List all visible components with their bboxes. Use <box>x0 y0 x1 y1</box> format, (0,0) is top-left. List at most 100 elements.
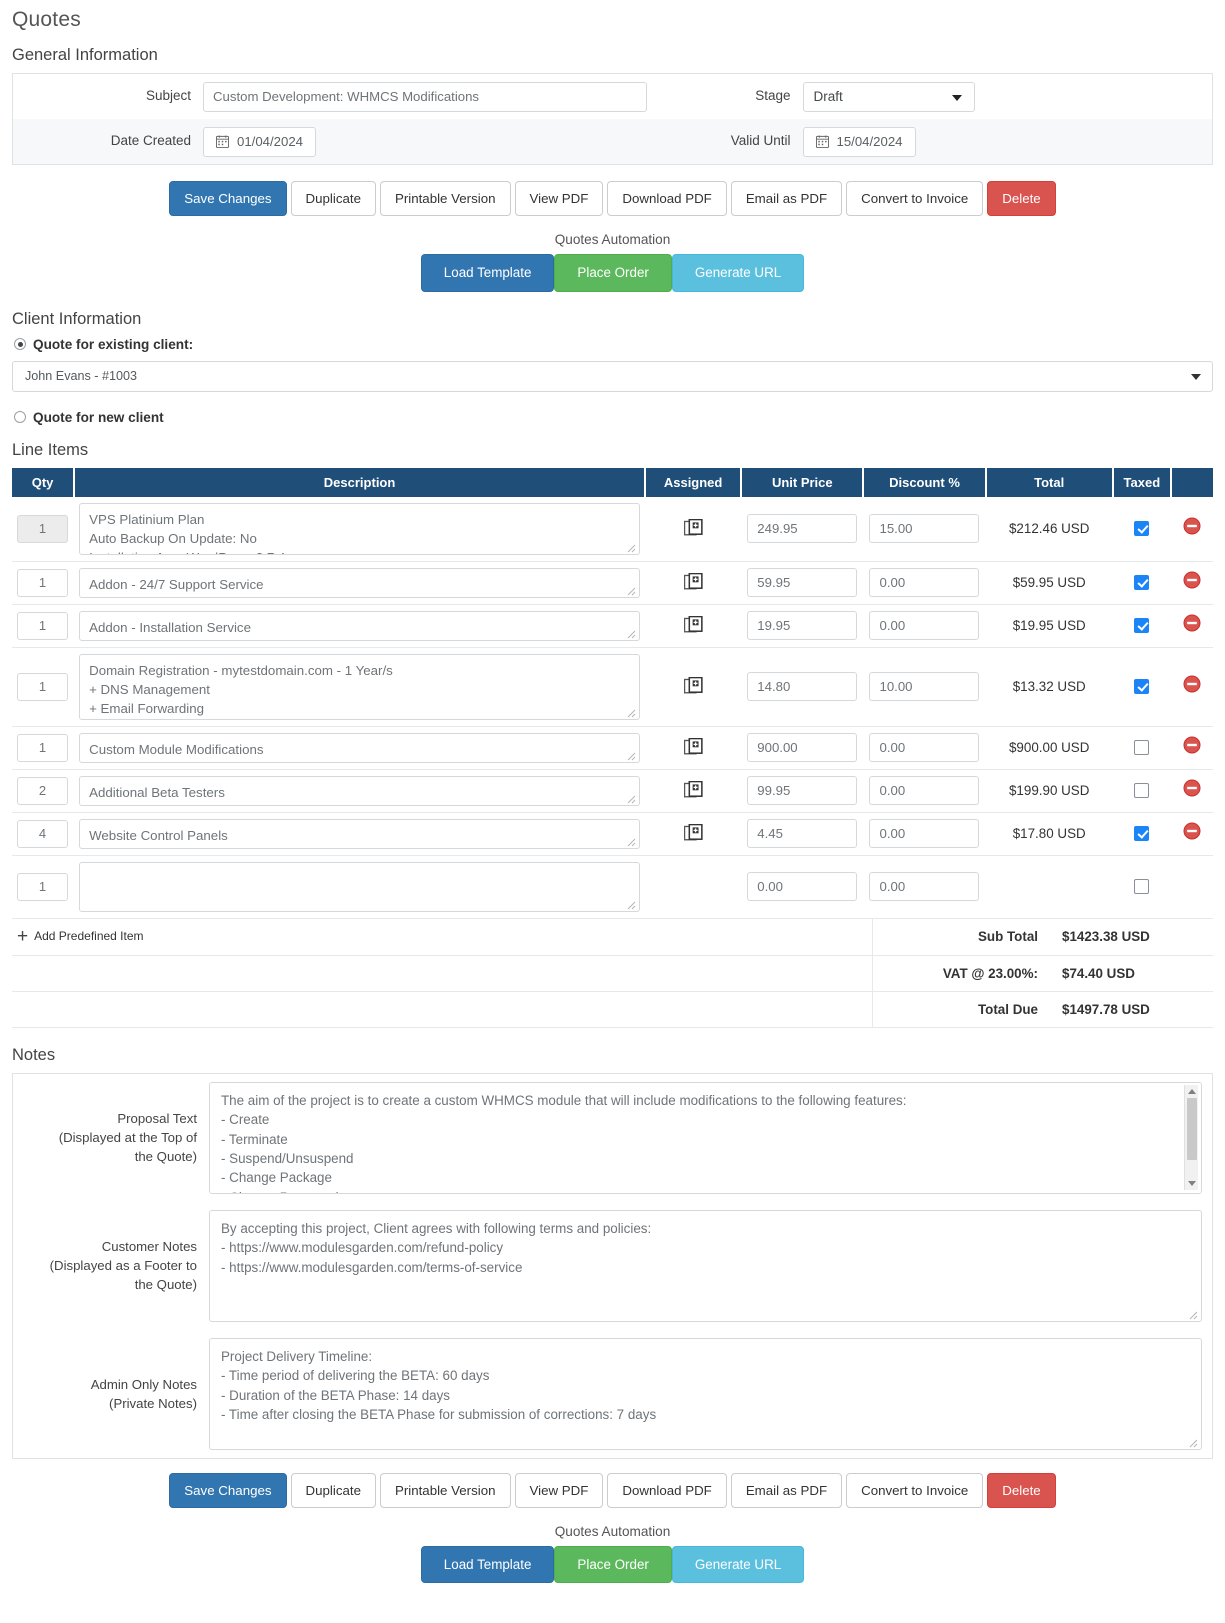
taxed-checkbox[interactable] <box>1134 878 1150 894</box>
qty-input[interactable] <box>17 672 68 701</box>
stage-select[interactable]: Draft <box>802 81 975 112</box>
taxed-checkbox[interactable] <box>1134 574 1150 590</box>
admin-notes-textarea[interactable] <box>209 1337 1202 1450</box>
taxed-checkbox[interactable] <box>1134 825 1150 841</box>
qty-input[interactable] <box>17 872 68 901</box>
remove-line-item-icon[interactable] <box>1183 614 1201 637</box>
remove-line-item-icon[interactable] <box>1183 779 1201 802</box>
taxed-checkbox[interactable] <box>1134 678 1150 694</box>
generate-url-button[interactable]: Generate URL <box>671 254 805 292</box>
description-textarea[interactable] <box>79 775 641 806</box>
download-pdf-button[interactable]: Download PDF <box>607 181 727 217</box>
unit-price-input[interactable] <box>747 514 858 544</box>
unit-price-input[interactable] <box>747 568 858 598</box>
unit-price-input[interactable] <box>747 611 858 641</box>
place-order-button[interactable]: Place Order <box>554 254 672 292</box>
delete-cell <box>1170 726 1213 770</box>
email-as-pdf-button[interactable]: Email as PDF <box>730 181 843 217</box>
download-pdf-button-bottom[interactable]: Download PDF <box>607 1472 727 1508</box>
delete-button[interactable]: Delete <box>987 181 1056 217</box>
description-textarea[interactable] <box>79 818 641 849</box>
place-order-button-bottom[interactable]: Place Order <box>554 1546 672 1584</box>
view-pdf-button-bottom[interactable]: View PDF <box>514 1472 604 1508</box>
discount-input[interactable] <box>869 514 980 544</box>
discount-input[interactable] <box>869 611 980 641</box>
taxed-cell <box>1112 561 1171 605</box>
discount-input[interactable] <box>869 672 980 702</box>
remove-line-item-icon[interactable] <box>1183 675 1201 698</box>
discount-input[interactable] <box>869 733 980 763</box>
description-textarea[interactable] <box>79 567 641 598</box>
scroll-down-icon[interactable] <box>1188 1180 1196 1186</box>
existing-client-option[interactable]: Quote for existing client: <box>14 337 1213 352</box>
qty-input[interactable] <box>17 733 68 762</box>
discount-cell <box>863 604 986 648</box>
taxed-checkbox[interactable] <box>1134 520 1150 536</box>
description-textarea[interactable] <box>79 732 641 763</box>
discount-input[interactable] <box>869 568 980 598</box>
add-assigned-icon[interactable] <box>650 616 736 635</box>
generate-url-button-bottom[interactable]: Generate URL <box>671 1546 805 1584</box>
convert-to-invoice-button-bottom[interactable]: Convert to Invoice <box>846 1472 984 1508</box>
printable-version-button[interactable]: Printable Version <box>379 181 511 217</box>
convert-to-invoice-button[interactable]: Convert to Invoice <box>846 181 984 217</box>
add-assigned-icon[interactable] <box>650 738 736 757</box>
discount-input[interactable] <box>869 819 980 849</box>
email-as-pdf-button-bottom[interactable]: Email as PDF <box>730 1472 843 1508</box>
valid-until-field[interactable]: 15/04/2024 <box>802 126 916 157</box>
remove-line-item-icon[interactable] <box>1183 822 1201 845</box>
delete-button-bottom[interactable]: Delete <box>987 1472 1056 1508</box>
unit-price-input[interactable] <box>747 733 858 763</box>
remove-line-item-icon[interactable] <box>1183 571 1201 594</box>
page-title: Quotes <box>12 8 81 31</box>
qty-input[interactable] <box>17 776 68 805</box>
taxed-checkbox[interactable] <box>1134 782 1150 798</box>
qty-input[interactable] <box>17 568 68 597</box>
client-select[interactable]: John Evans - #1003 <box>12 360 1213 392</box>
unit-price-input[interactable] <box>747 819 858 849</box>
scroll-up-icon[interactable] <box>1188 1088 1196 1094</box>
save-changes-button[interactable]: Save Changes <box>169 181 287 217</box>
date-created-field[interactable]: 01/04/2024 <box>203 126 317 157</box>
description-textarea[interactable] <box>79 502 641 555</box>
add-assigned-icon[interactable] <box>650 573 736 592</box>
add-assigned-icon[interactable] <box>650 781 736 800</box>
description-textarea[interactable] <box>79 653 641 720</box>
save-changes-button-bottom[interactable]: Save Changes <box>169 1472 287 1508</box>
load-template-button-bottom[interactable]: Load Template <box>420 1546 555 1584</box>
unit-price-input[interactable] <box>747 872 858 902</box>
line-total-value: $17.80 USD <box>985 812 1113 856</box>
discount-input[interactable] <box>869 872 980 902</box>
taxed-checkbox[interactable] <box>1134 617 1150 633</box>
scroll-thumb[interactable] <box>1187 1097 1197 1160</box>
duplicate-button[interactable]: Duplicate <box>290 181 376 217</box>
remove-line-item-icon[interactable] <box>1183 736 1201 759</box>
subject-input[interactable] <box>203 81 647 112</box>
unit-price-input[interactable] <box>747 672 858 702</box>
printable-version-button-bottom[interactable]: Printable Version <box>379 1472 511 1508</box>
radio-existing-client[interactable] <box>14 338 26 351</box>
proposal-text-textarea[interactable] <box>209 1081 1202 1194</box>
view-pdf-button[interactable]: View PDF <box>514 181 604 217</box>
qty-input[interactable] <box>17 819 68 848</box>
description-cell <box>74 647 646 727</box>
new-client-option[interactable]: Quote for new client <box>14 410 1213 425</box>
remove-line-item-icon[interactable] <box>1183 517 1201 540</box>
radio-new-client[interactable] <box>14 411 26 424</box>
proposal-label-line1: Proposal Text <box>117 1111 197 1127</box>
customer-notes-textarea[interactable] <box>209 1209 1202 1322</box>
qty-input[interactable] <box>17 514 68 543</box>
proposal-scrollbar[interactable] <box>1184 1084 1198 1190</box>
description-textarea[interactable] <box>79 861 641 912</box>
duplicate-button-bottom[interactable]: Duplicate <box>290 1472 376 1508</box>
qty-input[interactable] <box>17 611 68 640</box>
add-assigned-icon[interactable] <box>650 677 736 696</box>
add-assigned-icon[interactable] <box>650 519 736 538</box>
unit-price-input[interactable] <box>747 776 858 806</box>
add-predefined-item-button[interactable]: + Add Predefined Item <box>17 927 144 946</box>
add-assigned-icon[interactable] <box>650 824 736 843</box>
description-textarea[interactable] <box>79 610 641 641</box>
load-template-button[interactable]: Load Template <box>420 254 555 292</box>
taxed-checkbox[interactable] <box>1134 739 1150 755</box>
discount-input[interactable] <box>869 776 980 806</box>
